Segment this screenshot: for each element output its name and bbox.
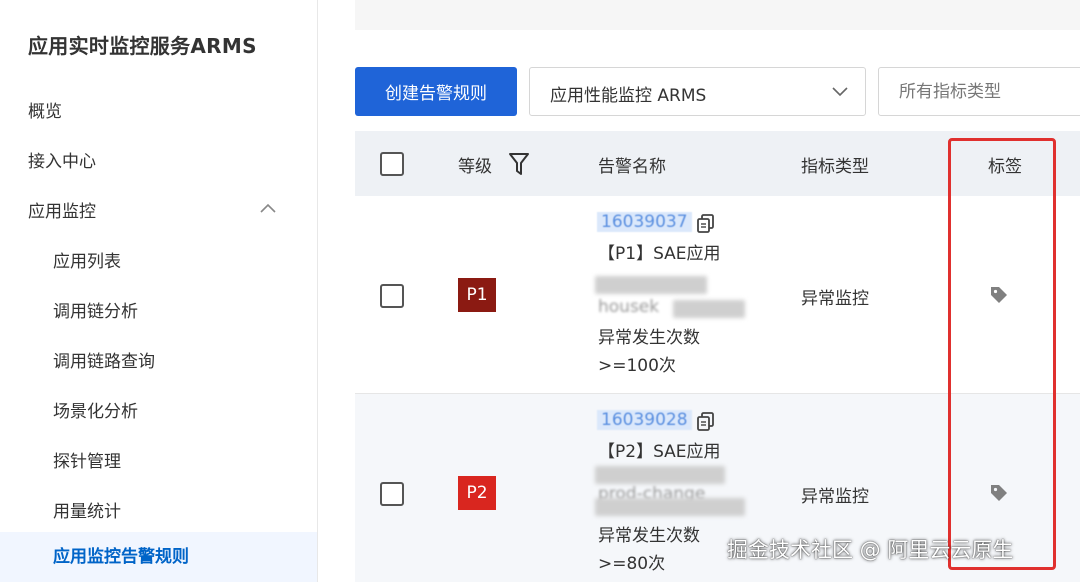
alert-threshold: >=100次 xyxy=(598,356,676,376)
header-level: 等级 xyxy=(458,157,492,177)
alert-id-link[interactable]: 16039037 xyxy=(597,212,692,232)
tag-icon[interactable] xyxy=(989,285,1009,305)
top-bar xyxy=(355,0,1080,30)
redacted-text xyxy=(595,498,745,516)
sidebar-subitem-agent-management[interactable]: 探针管理 xyxy=(53,447,121,472)
sidebar-subitem-app-list[interactable]: 应用列表 xyxy=(53,247,121,272)
tag-icon[interactable] xyxy=(989,483,1009,503)
metric-type: 异常监控 xyxy=(801,289,869,309)
sidebar-subitem-scenario-analysis[interactable]: 场景化分析 xyxy=(53,397,138,422)
filter-funnel-icon[interactable] xyxy=(508,151,530,177)
alert-name: 【P2】SAE应用 xyxy=(598,442,721,462)
product-select-value: 应用性能监控 ARMS xyxy=(550,86,707,106)
alert-condition: 异常发生次数 xyxy=(598,526,700,546)
product-select[interactable]: 应用性能监控 ARMS xyxy=(529,67,866,116)
sidebar-item-overview[interactable]: 概览 xyxy=(28,97,62,122)
chevron-down-icon xyxy=(832,87,848,97)
redacted-name-fragment: housek xyxy=(598,297,660,317)
alert-condition: 异常发生次数 xyxy=(598,328,700,348)
alert-name: 【P1】SAE应用 xyxy=(598,244,721,264)
alert-rules-table: 等级 告警名称 指标类型 标签 P1 16039037 【P1】SAE应用 ho… xyxy=(355,131,1080,582)
table-header: 等级 告警名称 指标类型 标签 xyxy=(355,131,1080,196)
sidebar-subitem-usage-stats[interactable]: 用量统计 xyxy=(53,497,121,522)
row-checkbox[interactable] xyxy=(380,482,404,506)
metric-type: 异常监控 xyxy=(801,487,869,507)
level-badge: P2 xyxy=(458,476,496,510)
header-alert-name: 告警名称 xyxy=(598,157,666,177)
alert-threshold: >=80次 xyxy=(598,554,666,574)
copy-icon[interactable] xyxy=(697,412,715,432)
redacted-text xyxy=(595,276,707,294)
sidebar-item-access-center[interactable]: 接入中心 xyxy=(28,147,96,172)
level-badge: P1 xyxy=(458,278,496,312)
sidebar-item-app-monitoring[interactable]: 应用监控 xyxy=(28,197,96,222)
table-row: P1 16039037 【P1】SAE应用 housek 异常发生次数 >=10… xyxy=(355,196,1080,394)
sidebar: 应用实时监控服务ARMS 概览 接入中心 应用监控 应用列表 调用链分析 调用链… xyxy=(0,0,318,582)
copy-icon[interactable] xyxy=(697,214,715,234)
select-all-checkbox[interactable] xyxy=(380,152,404,176)
alert-id-link[interactable]: 16039028 xyxy=(597,410,692,430)
header-tags: 标签 xyxy=(988,157,1022,177)
chevron-up-icon[interactable] xyxy=(259,202,277,214)
sidebar-subitem-trace-analysis[interactable]: 调用链分析 xyxy=(53,297,138,322)
row-checkbox[interactable] xyxy=(380,284,404,308)
sidebar-title: 应用实时监控服务ARMS xyxy=(28,34,257,58)
watermark: 掘金技术社区 @ 阿里云云原生 xyxy=(727,538,1014,562)
metric-type-filter-input[interactable] xyxy=(878,67,1080,116)
sidebar-subitem-alert-rules[interactable]: 应用监控告警规则 xyxy=(0,532,317,582)
create-alert-rule-button[interactable]: 创建告警规则 xyxy=(355,67,517,116)
sidebar-subitem-trace-query[interactable]: 调用链路查询 xyxy=(53,347,155,372)
header-metric-type: 指标类型 xyxy=(801,157,869,177)
redacted-text xyxy=(673,300,745,318)
